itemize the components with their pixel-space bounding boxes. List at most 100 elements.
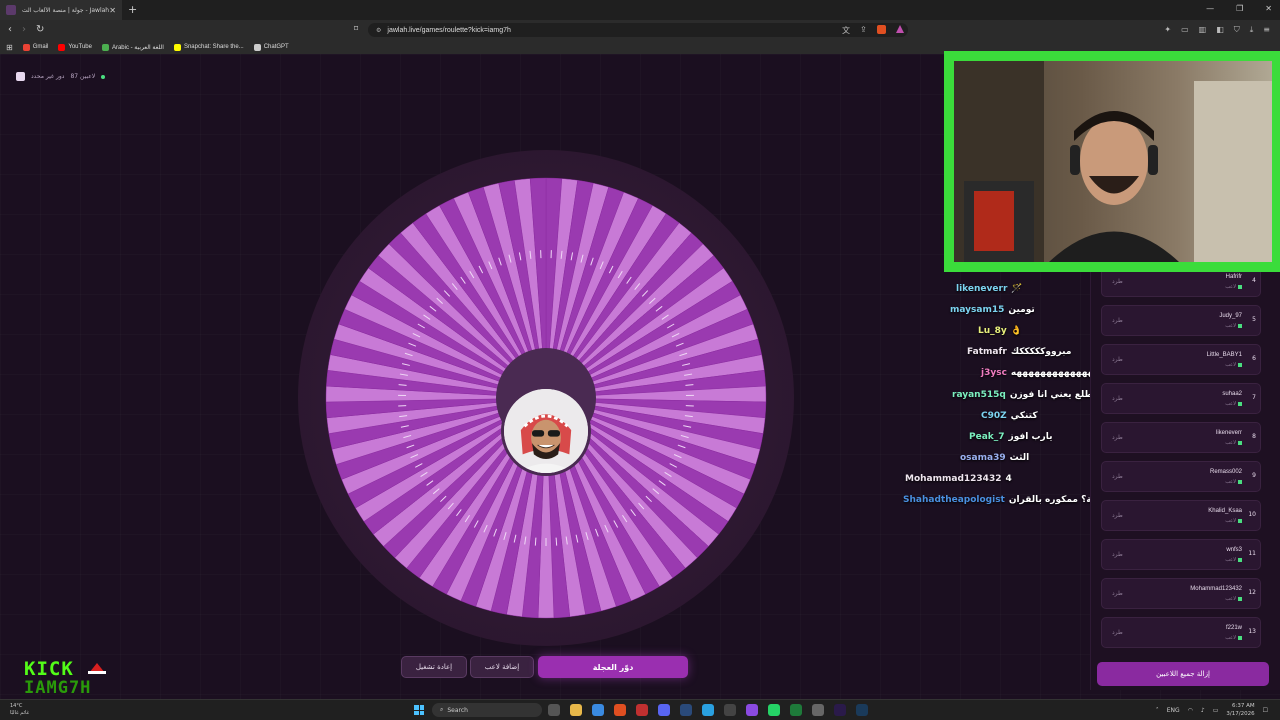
maximize-icon[interactable]: ❐ (1236, 4, 1243, 13)
notifications-icon[interactable]: ☐ (1263, 707, 1268, 714)
discord-icon[interactable] (658, 704, 670, 716)
wifi-icon[interactable]: ◠ (1188, 707, 1193, 714)
volume-icon[interactable]: ♪ (1201, 707, 1205, 714)
browser-tab[interactable]: جولة | منصة الألعاب الت - Jawlah ✕ (0, 0, 122, 20)
chat-username: Peak_7 (969, 431, 1005, 442)
bookmark-label: Gmail (32, 44, 49, 50)
chat-text: الثث (1009, 453, 1030, 464)
site-info-icon[interactable]: ⚙ (376, 27, 381, 34)
url-field[interactable]: ⚙ jawlah.live/games/roulette?kick=iamg7h (368, 23, 908, 37)
kick-player-button[interactable]: طرد (1112, 551, 1123, 558)
kick-player-button[interactable]: طرد (1112, 395, 1123, 402)
sidebar-icon[interactable]: ▥ (1199, 25, 1207, 35)
wallet-icon[interactable]: ◧ (1216, 25, 1224, 35)
steam-client-icon[interactable] (856, 704, 868, 716)
new-tab-button[interactable]: + (128, 3, 137, 16)
bookmark-arabic[interactable]: Arabic - اللغة العربية (101, 43, 164, 51)
store-icon[interactable] (592, 704, 604, 716)
player-role: لاعب (1225, 596, 1242, 602)
kick-badge-icon (1238, 402, 1242, 406)
brave-icon[interactable] (614, 704, 626, 716)
player-row: 7 suhaa2 لاعب طرد (1101, 383, 1261, 414)
window-controls: — ❐ ✕ (1206, 4, 1272, 13)
player-name: suhaa2 (1222, 391, 1242, 397)
search-label: Search (447, 706, 468, 714)
player-rank: 5 (1252, 316, 1256, 323)
windows-start-icon[interactable] (414, 705, 424, 715)
roulette-wheel[interactable] (298, 150, 794, 646)
spin-wheel-button[interactable]: دوّر العجلة (538, 656, 688, 678)
bookmark-label: YouTube (68, 44, 92, 50)
weather-widget[interactable]: 14°C غائم غالبًا (10, 703, 29, 717)
forward-icon[interactable]: › (22, 24, 26, 35)
vpn-icon[interactable]: ⛉ (1234, 25, 1240, 35)
player-row: 10 Khalid_Ksaa لاعب طرد (1101, 500, 1261, 531)
player-name: Khalid_Ksaa (1208, 508, 1242, 514)
extensions-icon[interactable]: ✦ (1164, 25, 1171, 35)
url-actions: 文 ⇪ (842, 25, 904, 36)
whatsapp-icon[interactable] (768, 704, 780, 716)
battery-icon[interactable]: ▭ (1213, 707, 1219, 714)
kick-player-button[interactable]: طرد (1112, 512, 1123, 519)
player-role-label: لاعب (1225, 284, 1236, 290)
close-window-icon[interactable]: ✕ (1265, 4, 1272, 13)
excel-icon[interactable] (790, 704, 802, 716)
premiere-icon[interactable] (834, 704, 846, 716)
language-indicator[interactable]: ENG (1167, 707, 1180, 714)
file-explorer-icon[interactable] (570, 704, 582, 716)
kick-player-button[interactable]: طرد (1112, 356, 1123, 363)
settings-icon[interactable] (812, 704, 824, 716)
weather-text: غائم غالبًا (10, 710, 30, 716)
back-icon[interactable]: ‹ (8, 24, 12, 35)
brave-shields-icon[interactable] (876, 25, 886, 34)
chat-username: maysam15 (950, 304, 1005, 315)
tray-expand-icon[interactable]: ˄ (1156, 707, 1159, 714)
reload-icon[interactable]: ↻ (36, 24, 44, 35)
task-view-icon[interactable] (548, 704, 560, 716)
steam-icon[interactable] (680, 704, 692, 716)
reset-button[interactable]: إعادة تشغيل (401, 656, 467, 678)
minimize-icon[interactable]: — (1206, 4, 1214, 13)
chat-text: مبرووكككككك (1010, 347, 1072, 358)
translate-icon[interactable]: 文 (842, 25, 850, 36)
gmail-icon (22, 43, 30, 51)
close-tab-icon[interactable]: ✕ (109, 6, 116, 15)
kick-player-button[interactable]: طرد (1112, 278, 1123, 285)
add-player-button[interactable]: إضافة لاعب (470, 656, 534, 678)
clock[interactable]: 6:37 AM 3/17/2026 (1226, 702, 1254, 718)
kick-player-button[interactable]: طرد (1112, 434, 1123, 441)
media-icon[interactable]: ▭ (1181, 25, 1189, 35)
jawlah-logo-icon (16, 72, 25, 81)
kick-player-button[interactable]: طرد (1112, 629, 1123, 636)
kick-player-button[interactable]: طرد (1112, 473, 1123, 480)
taskbar-search[interactable]: ⌕ Search (432, 703, 542, 717)
bookmark-gmail[interactable]: Gmail (22, 43, 49, 51)
capcut-icon[interactable] (724, 704, 736, 716)
apps-grid-icon[interactable]: ⊞ (6, 43, 13, 52)
kick-player-button[interactable]: طرد (1112, 317, 1123, 324)
player-role-label: لاعب (1225, 479, 1236, 485)
share-icon[interactable]: ⇪ (860, 25, 867, 36)
taskbar-apps (548, 704, 868, 716)
search-icon: ⌕ (440, 706, 444, 713)
brave-rewards-icon[interactable] (895, 25, 904, 33)
chat-username: C90Z (981, 410, 1007, 421)
bookmark-icon[interactable]: ⌑ (354, 24, 358, 33)
telegram-icon[interactable] (702, 704, 714, 716)
player-rank: 7 (1252, 394, 1256, 401)
player-rank: 12 (1248, 589, 1256, 596)
bookmark-snapchat[interactable]: Snapchat: Share the... (173, 43, 244, 51)
download-icon[interactable]: ⤓ (1250, 25, 1254, 35)
bookmark-chatgpt[interactable]: ChatGPT (253, 43, 289, 51)
app-red-icon[interactable] (636, 704, 648, 716)
kick-player-button[interactable]: طرد (1112, 590, 1123, 597)
menu-icon[interactable]: ≡ (1263, 25, 1270, 35)
visual-studio-icon[interactable] (746, 704, 758, 716)
chat-username: rayan515q (952, 389, 1006, 400)
site-favicon-icon (6, 5, 16, 15)
player-name: f221w (1225, 625, 1242, 631)
bookmark-youtube[interactable]: YouTube (58, 43, 92, 51)
remove-all-players-button[interactable]: إزالة جميع اللاعبين (1097, 662, 1269, 686)
player-role: لاعب (1225, 284, 1242, 290)
player-name: wnfs3 (1226, 547, 1242, 553)
